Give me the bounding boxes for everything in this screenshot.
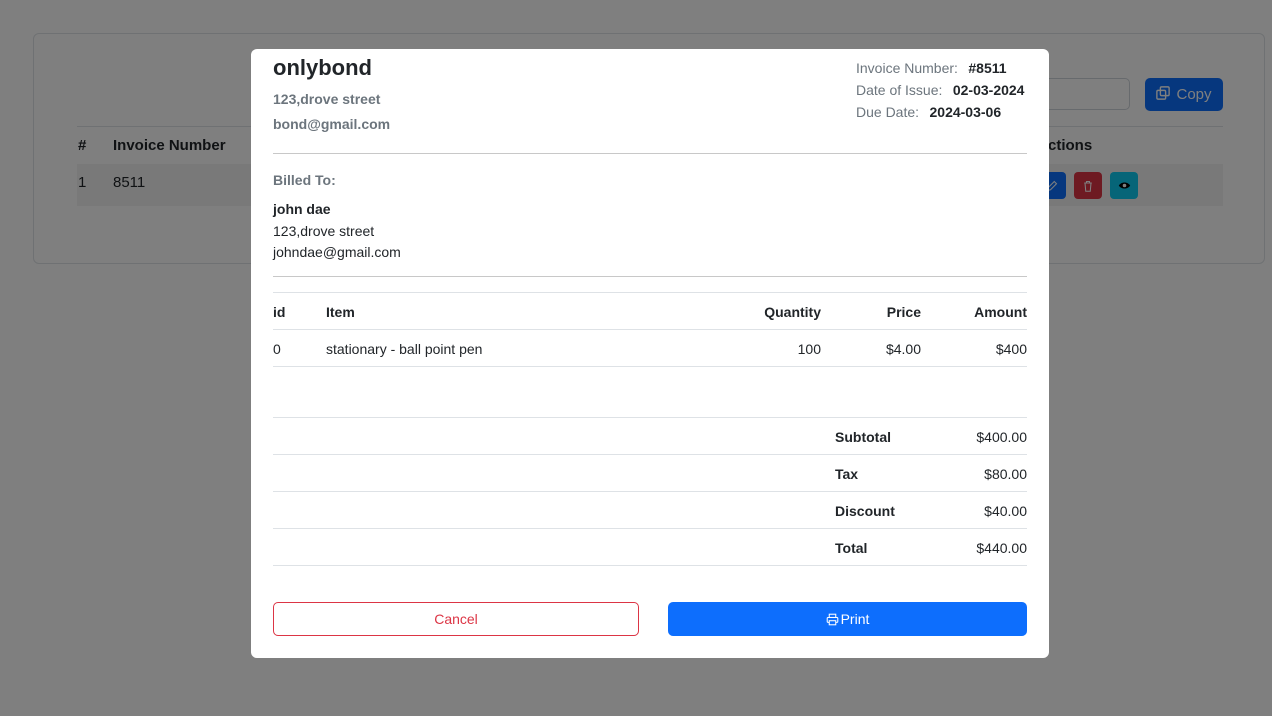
- due-date-value: 2024-03-06: [929, 104, 1002, 120]
- column-header-quantity: Quantity: [764, 304, 821, 320]
- column-header-price: Price: [886, 304, 921, 320]
- divider: [273, 528, 1027, 529]
- print-button[interactable]: Print: [668, 602, 1027, 636]
- invoice-number-value: #8511: [968, 60, 1007, 76]
- discount-value: $40.00: [984, 503, 1027, 519]
- invoice-number-label: Invoice Number:: [856, 60, 958, 76]
- total-value: $440.00: [976, 540, 1027, 556]
- company-email: bond@gmail.com: [273, 116, 391, 132]
- divider: [273, 276, 1027, 277]
- subtotal-value: $400.00: [976, 429, 1027, 445]
- item-id: 0: [273, 341, 281, 357]
- divider: [273, 491, 1027, 492]
- divider: [273, 565, 1027, 566]
- due-date-row: Due Date: 2024-03-06: [856, 104, 1001, 122]
- total-label: Total: [835, 540, 868, 556]
- client-address: 123,drove street: [273, 223, 375, 239]
- date-of-issue-value: 02-03-2024: [952, 82, 1025, 98]
- company-name: onlybond: [273, 55, 372, 80]
- company-address: 123,drove street: [273, 91, 381, 107]
- divider: [273, 454, 1027, 455]
- column-header-id: id: [273, 304, 286, 320]
- client-name: john dae: [273, 201, 331, 217]
- column-header-item: Item: [326, 304, 355, 320]
- client-email: johndae@gmail.com: [273, 244, 401, 260]
- table-top-border: [273, 292, 1027, 293]
- invoice-number-row: Invoice Number: #8511: [856, 60, 1007, 78]
- print-button-label: Print: [840, 611, 870, 627]
- billed-to-label: Billed To:: [273, 172, 336, 188]
- due-date-label: Due Date:: [856, 104, 920, 120]
- divider: [273, 329, 1027, 330]
- item-quantity: 100: [797, 341, 821, 357]
- divider: [273, 153, 1027, 154]
- column-header-amount: Amount: [974, 304, 1027, 320]
- tax-value: $80.00: [984, 466, 1027, 482]
- divider: [273, 366, 1027, 367]
- tax-label: Tax: [835, 466, 859, 482]
- discount-label: Discount: [835, 503, 895, 519]
- item-name: stationary - ball point pen: [326, 341, 483, 357]
- date-of-issue-row: Date of Issue: 02-03-2024: [856, 82, 1024, 100]
- invoice-modal: onlybond 123,drove street bond@gmail.com…: [251, 49, 1049, 658]
- item-amount: $400: [995, 341, 1027, 357]
- item-price: $4.00: [885, 341, 921, 357]
- printer-icon: [826, 613, 839, 626]
- subtotal-label: Subtotal: [835, 429, 891, 445]
- divider: [273, 417, 1027, 418]
- date-of-issue-label: Date of Issue:: [856, 82, 943, 98]
- cancel-button[interactable]: Cancel: [273, 602, 639, 636]
